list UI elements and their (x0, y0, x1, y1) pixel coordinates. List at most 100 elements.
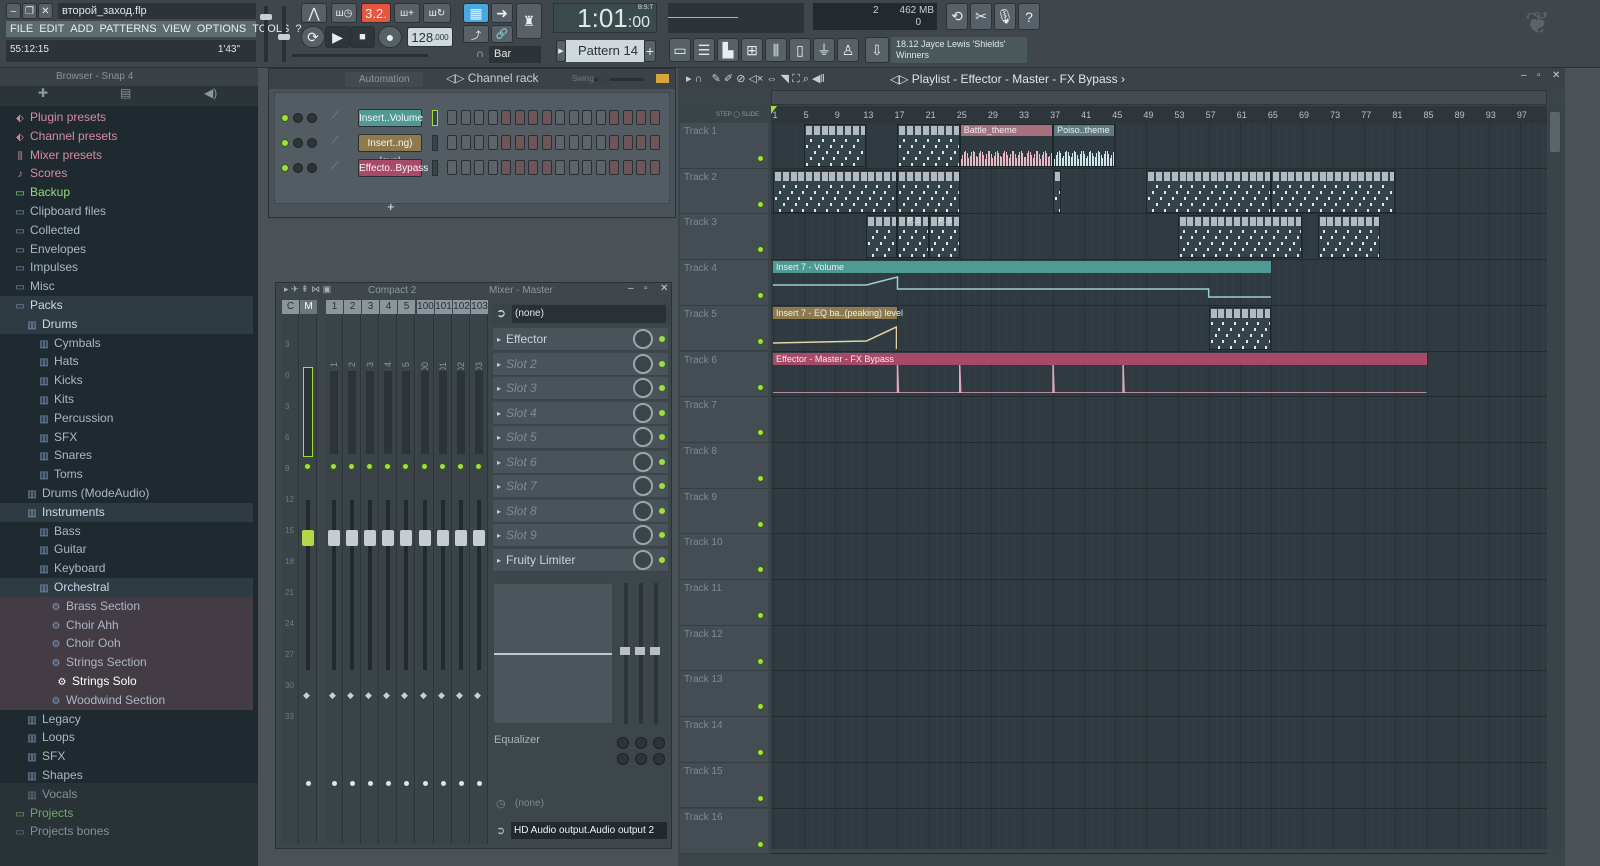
playlist-horizontal-scrollbar[interactable] (771, 90, 1547, 105)
automation-curve[interactable] (773, 364, 1427, 394)
menu-edit[interactable]: EDIT (39, 21, 64, 37)
step-button[interactable] (636, 160, 646, 175)
mixer-strip[interactable] (282, 314, 299, 844)
step-button[interactable] (595, 135, 606, 150)
volume-fader-handle[interactable] (382, 530, 394, 546)
strip-enable-led[interactable] (330, 463, 337, 470)
browser-item[interactable]: ▥ Instruments (0, 502, 253, 522)
browser-item[interactable]: ▥ Drums (0, 314, 253, 334)
track-header[interactable]: Track 13 (680, 671, 768, 718)
route-dot[interactable] (368, 781, 373, 786)
blend-notes-icon[interactable]: ⤴ (463, 25, 489, 43)
step-button[interactable] (568, 110, 579, 125)
pattern-clip[interactable] (897, 169, 960, 213)
route-dot[interactable] (423, 781, 428, 786)
strip-enable-led[interactable] (439, 463, 446, 470)
step-button[interactable] (474, 160, 484, 175)
pattern-clip[interactable] (1053, 169, 1061, 213)
minimize-icon[interactable]: – (1521, 70, 1527, 81)
browser-item[interactable]: ♪ Scores (0, 164, 253, 183)
volume-fader-handle[interactable] (302, 530, 314, 546)
audio-clip[interactable]: Poiso..theme (1053, 124, 1116, 167)
stereo-separation-icon[interactable]: ◆ (303, 690, 310, 701)
browser-item[interactable]: ▭ Envelopes (0, 240, 253, 259)
step-button[interactable] (501, 135, 511, 150)
browser-item[interactable]: ▥ Orchestral (0, 578, 253, 597)
bar-number[interactable]: 65 (1268, 110, 1278, 120)
browser-item[interactable]: ▥ SFX (0, 747, 253, 766)
minimize-icon[interactable]: – (628, 283, 634, 294)
bar-number[interactable]: 89 (1455, 110, 1465, 120)
step-button[interactable] (555, 110, 565, 125)
step-button[interactable] (609, 110, 619, 125)
bar-number[interactable]: 97 (1517, 110, 1527, 120)
close-icon[interactable]: ✕ (660, 283, 668, 294)
strip-enable-led[interactable] (384, 463, 391, 470)
browser-item[interactable]: ▥ Shapes (0, 766, 253, 785)
close-icon[interactable]: ✕ (1552, 70, 1560, 81)
track-header[interactable]: Track 9 (680, 488, 768, 535)
track-header[interactable]: Track 6 (680, 351, 768, 398)
eq-graph[interactable] (493, 583, 613, 724)
news-panel[interactable]: 18.12 Jayce Lewis 'Shields' Winners (891, 37, 1027, 63)
browser-item[interactable]: ▥ Drums (ModeAudio) (0, 484, 253, 503)
effect-slot[interactable]: Slot 3 ▸ (493, 377, 668, 400)
pattern-prev-icon[interactable]: ▶ (556, 40, 566, 62)
menu-file[interactable]: FILE (10, 21, 33, 37)
slot-mix-knob[interactable] (633, 451, 653, 472)
bar-number[interactable]: 53 (1175, 110, 1185, 120)
mixer-strip-number[interactable]: 100 (417, 300, 434, 314)
mixer-strip-number[interactable]: 4 (380, 300, 397, 314)
automation-clip[interactable]: Effector - Master - FX Bypass (773, 352, 1427, 394)
countdown-icon[interactable]: ш+ (394, 3, 420, 23)
volume-fader[interactable] (404, 500, 408, 670)
channel-volume-knob[interactable] (307, 138, 317, 148)
slot-mix-knob[interactable] (633, 500, 653, 521)
metronome-icon[interactable]: ⋀ (301, 3, 327, 23)
browser-item[interactable]: ▥ Guitar (0, 540, 253, 559)
pattern-clip[interactable] (1177, 215, 1303, 259)
step-button[interactable] (460, 135, 471, 150)
bar-number[interactable]: 69 (1299, 110, 1309, 120)
automation-clip[interactable]: Insert 7 - EQ ba..(peaking) level (772, 306, 903, 349)
track-mute-led[interactable] (757, 337, 764, 345)
bar-number[interactable]: 45 (1112, 110, 1122, 120)
stereo-separation-icon[interactable]: ◆ (347, 690, 354, 701)
step-button[interactable] (501, 110, 511, 125)
stereo-separation-icon[interactable]: ◆ (420, 690, 427, 701)
volume-fader[interactable] (386, 500, 390, 670)
bar-number[interactable]: 93 (1486, 110, 1496, 120)
mixer-strip-number[interactable]: 5 (398, 300, 415, 314)
browser-item[interactable]: ▭ Impulses (0, 258, 253, 277)
bar-number[interactable]: 41 (1081, 110, 1091, 120)
channel-rack-icon[interactable]: ☰ (693, 38, 715, 62)
step-button[interactable] (622, 160, 633, 175)
slot-mix-knob[interactable] (633, 427, 653, 447)
slot-enable-led[interactable] (659, 360, 665, 367)
mixer-strip-number[interactable]: 101 (435, 300, 452, 314)
download-icon[interactable]: ⇩ (865, 37, 889, 63)
bar-number[interactable]: 57 (1206, 110, 1216, 120)
channel-mute-led[interactable] (281, 114, 289, 122)
track-header[interactable]: Track 5 (680, 305, 768, 352)
channel-select-indicator[interactable] (432, 160, 438, 176)
arrow-icon[interactable]: ➜ (491, 3, 513, 23)
file-icon[interactable]: ▤ (120, 86, 131, 100)
bar-number[interactable]: 21 (926, 110, 936, 120)
browser-item[interactable]: ▥ Snares (0, 446, 253, 465)
playlist-icon[interactable]: ▭ (669, 38, 691, 62)
snap-selector[interactable]: Bar (489, 46, 541, 63)
track-header[interactable]: Track 14 (680, 717, 768, 763)
track-mute-led[interactable] (757, 749, 764, 757)
loop-record-icon[interactable]: ш↻ (423, 3, 451, 23)
browser-item[interactable]: ▥ Cymbals (0, 334, 253, 353)
step-button[interactable] (474, 110, 484, 125)
volume-fader[interactable] (368, 500, 372, 670)
track-mute-led[interactable] (757, 292, 764, 300)
bar-number[interactable]: 33 (1019, 110, 1029, 120)
slot-mix-knob[interactable] (633, 353, 653, 374)
pattern-clip[interactable] (1317, 215, 1380, 259)
speaker-icon[interactable]: ◀) (204, 86, 217, 100)
bar-number[interactable]: 77 (1361, 110, 1371, 120)
swing-slider[interactable] (594, 73, 644, 85)
